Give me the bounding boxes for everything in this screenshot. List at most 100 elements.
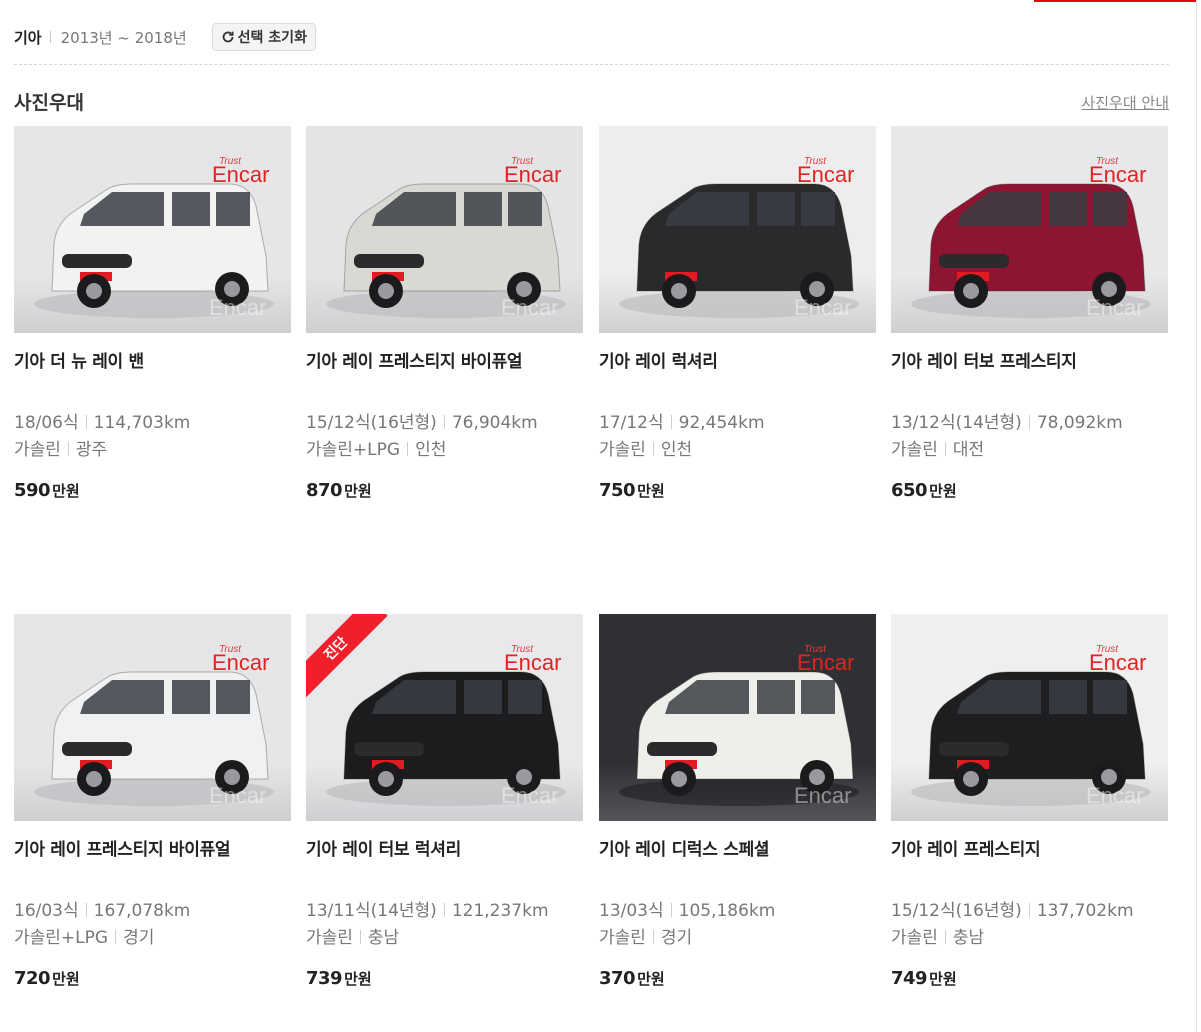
listing-meta: 13/11식(14년형) 121,237km 가솔린 충남 bbox=[306, 898, 583, 952]
watermark-faint: Encar bbox=[1086, 295, 1143, 320]
listing-card[interactable]: Trust Encar Encar 기아 레이 프레스티지 바이퓨얼 15/12식(16… bbox=[306, 126, 583, 526]
listing-price: 590 만원 bbox=[14, 480, 291, 501]
listing-region: 경기 bbox=[660, 928, 693, 948]
listing-fuel: 가솔린+LPG bbox=[306, 440, 401, 460]
listing-card[interactable]: Trust Encar Encar 기아 레이 터보 프레스티지 13/12식(14년형… bbox=[891, 126, 1168, 526]
meta-divider bbox=[359, 930, 361, 944]
meta-divider bbox=[67, 442, 69, 456]
listing-card[interactable]: Trust Encar Encar 기아 레이 프레스티지 15/12식(16년형) 13… bbox=[891, 614, 1168, 1014]
photo-guide-link[interactable]: 사진우대 안내 bbox=[1081, 92, 1169, 113]
listing-price: 870 만원 bbox=[306, 480, 583, 501]
watermark-brand: Encar bbox=[504, 162, 561, 187]
car-photo[interactable]: Trust Encar Encar bbox=[599, 614, 876, 821]
filter-maker[interactable]: 기아 bbox=[14, 27, 42, 48]
watermark-brand: Encar bbox=[1089, 650, 1146, 675]
listing-region: 인천 bbox=[660, 440, 693, 460]
listing-name[interactable]: 기아 레이 터보 럭셔리 bbox=[306, 835, 583, 860]
listing-meta: 18/06식 114,703km 가솔린 광주 bbox=[14, 410, 291, 464]
listing-price: 739 만원 bbox=[306, 968, 583, 989]
listing-year: 18/06식 bbox=[14, 413, 79, 433]
car-photo[interactable]: Trust Encar Encar bbox=[14, 614, 291, 821]
listing-meta: 17/12식 92,454km 가솔린 인천 bbox=[599, 410, 876, 464]
watermark-brand: Encar bbox=[212, 162, 269, 187]
listing-mileage: 76,904km bbox=[451, 413, 538, 433]
meta-divider bbox=[944, 442, 946, 456]
car-photo[interactable]: Trust Encar Encar bbox=[599, 126, 876, 333]
listing-meta: 16/03식 167,078km 가솔린+LPG 경기 bbox=[14, 898, 291, 952]
watermark-faint: Encar bbox=[209, 295, 266, 320]
listing-region: 광주 bbox=[75, 440, 108, 460]
listing-fuel: 가솔린 bbox=[306, 928, 353, 948]
car-photo[interactable]: Trust Encar Encar bbox=[891, 126, 1168, 333]
listing-region: 경기 bbox=[123, 928, 155, 948]
watermark-brand: Encar bbox=[504, 650, 561, 675]
listing-name[interactable]: 기아 더 뉴 레이 밴 bbox=[14, 347, 291, 372]
watermark-faint: Encar bbox=[501, 783, 558, 808]
car-photo[interactable]: Trust Encar Encar bbox=[891, 614, 1168, 821]
listing-year: 13/03식 bbox=[599, 901, 664, 921]
listing-year: 15/12식(16년형) bbox=[891, 901, 1022, 921]
price-value: 720 bbox=[14, 968, 51, 989]
price-value: 739 bbox=[306, 968, 343, 989]
price-value: 590 bbox=[14, 480, 51, 501]
scrollbar-track[interactable] bbox=[1196, 0, 1197, 1032]
listing-year: 15/12식(16년형) bbox=[306, 413, 437, 433]
listing-price: 650 만원 bbox=[891, 480, 1168, 501]
car-photo[interactable]: Trust Encar Encar bbox=[306, 126, 583, 333]
top-accent-bar bbox=[1034, 0, 1196, 2]
listing-meta: 15/12식(16년형) 137,702km 가솔린 충남 bbox=[891, 898, 1168, 952]
diagnosis-badge: 진단 bbox=[306, 614, 396, 704]
watermark-faint: Encar bbox=[501, 295, 558, 320]
listing-fuel: 가솔린 bbox=[599, 928, 646, 948]
listing-name[interactable]: 기아 레이 럭셔리 bbox=[599, 347, 876, 372]
listing-mileage: 121,237km bbox=[451, 901, 549, 921]
listing-card[interactable]: Trust Encar Encar 기아 레이 프레스티지 바이퓨얼 16/03식 167… bbox=[14, 614, 291, 1014]
listing-mileage: 167,078km bbox=[93, 901, 191, 921]
watermark-faint: Encar bbox=[794, 295, 851, 320]
listing-fuel: 가솔린 bbox=[891, 928, 938, 948]
price-value: 870 bbox=[306, 480, 343, 501]
listing-name[interactable]: 기아 레이 터보 프레스티지 bbox=[891, 347, 1168, 372]
listing-region: 충남 bbox=[367, 928, 400, 948]
meta-divider bbox=[944, 930, 946, 944]
price-value: 650 bbox=[891, 480, 928, 501]
car-photo[interactable]: Trust Encar Encar 진단 bbox=[306, 614, 583, 821]
reset-filter-button[interactable]: 선택 초기화 bbox=[211, 23, 316, 51]
listing-price: 720 만원 bbox=[14, 968, 291, 989]
listing-name[interactable]: 기아 레이 프레스티지 bbox=[891, 835, 1168, 860]
listing-card[interactable]: Trust Encar Encar 진단 기아 레이 터보 럭셔리 13/11식(14년형… bbox=[306, 614, 583, 1014]
listing-mileage: 137,702km bbox=[1036, 901, 1134, 921]
listing-region: 대전 bbox=[952, 440, 985, 460]
meta-divider bbox=[1028, 903, 1030, 917]
listing-name[interactable]: 기아 레이 프레스티지 바이퓨얼 bbox=[306, 347, 583, 372]
price-unit: 만원 bbox=[344, 482, 372, 500]
listing-fuel: 가솔린 bbox=[599, 440, 646, 460]
meta-divider bbox=[407, 442, 409, 456]
price-unit: 만원 bbox=[52, 482, 80, 500]
price-unit: 만원 bbox=[344, 970, 372, 988]
meta-divider bbox=[670, 415, 672, 429]
price-unit: 만원 bbox=[637, 970, 665, 988]
listing-card[interactable]: Trust Encar Encar 기아 레이 럭셔리 17/12식 92,454km 가솔… bbox=[599, 126, 876, 526]
listing-name[interactable]: 기아 레이 프레스티지 바이퓨얼 bbox=[14, 835, 291, 860]
car-photo[interactable]: Trust Encar Encar bbox=[14, 126, 291, 333]
listing-fuel: 가솔린 bbox=[891, 440, 938, 460]
watermark-faint: Encar bbox=[1086, 783, 1143, 808]
listing-name[interactable]: 기아 레이 디럭스 스페셜 bbox=[599, 835, 876, 860]
listing-year: 13/11식(14년형) bbox=[306, 901, 437, 921]
meta-divider bbox=[85, 415, 87, 429]
price-unit: 만원 bbox=[52, 970, 80, 988]
filter-years[interactable]: 2013년 ~ 2018년 bbox=[61, 27, 187, 48]
section-title: 사진우대 bbox=[14, 92, 84, 114]
listing-fuel: 가솔린+LPG bbox=[14, 928, 109, 948]
listing-card[interactable]: Trust Encar Encar 기아 더 뉴 레이 밴 18/06식 114,703k… bbox=[14, 126, 291, 526]
filter-bar: 기아 2013년 ~ 2018년 선택 초기화 bbox=[14, 22, 316, 52]
listing-card[interactable]: Trust Encar Encar 기아 레이 디럭스 스페셜 13/03식 105,18… bbox=[599, 614, 876, 1014]
price-unit: 만원 bbox=[637, 482, 665, 500]
meta-divider bbox=[1028, 415, 1030, 429]
watermark-faint: Encar bbox=[794, 783, 851, 808]
listing-mileage: 92,454km bbox=[678, 413, 765, 433]
listing-year: 13/12식(14년형) bbox=[891, 413, 1022, 433]
listing-price: 750 만원 bbox=[599, 480, 876, 501]
watermark-brand: Encar bbox=[797, 162, 854, 187]
